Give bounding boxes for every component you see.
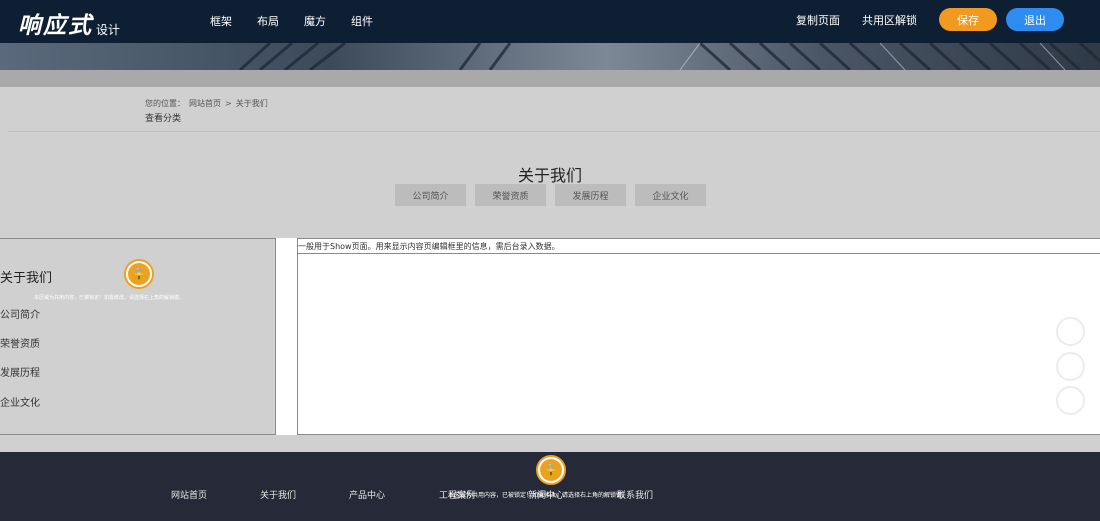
sidebar-item-company-profile[interactable]: 公司简介 xyxy=(0,306,40,321)
breadcrumb-label: 您的位置： xyxy=(145,99,185,108)
content-placeholder-text: 一般用于Show页面。用来显示内容页编辑框里的信息，需后台录入数据。 xyxy=(298,242,560,251)
float-circle-button[interactable] xyxy=(1056,352,1085,381)
sidebar: 关于我们 🔒 本区域为共用内容，已被锁定！如需修改，请选择右上角的解锁键。 公司… xyxy=(0,238,276,435)
nav-item-layout[interactable]: 布局 xyxy=(257,13,279,29)
padlock-icon: 🔒 xyxy=(540,459,562,481)
tab-history[interactable]: 发展历程 xyxy=(555,184,626,206)
lower-spacer xyxy=(0,435,1100,452)
logo-sub-text: 设计 xyxy=(96,23,121,37)
exit-button[interactable]: 退出 xyxy=(1006,8,1064,31)
breadcrumb-home[interactable]: 网站首页 xyxy=(189,99,221,108)
sidebar-title: 关于我们 xyxy=(0,271,53,286)
float-circle-button[interactable] xyxy=(1056,386,1085,415)
sidebar-item-history[interactable]: 发展历程 xyxy=(0,364,40,379)
tab-company-profile[interactable]: 公司简介 xyxy=(395,184,466,206)
top-actions: 复制页面 共用区解锁 保存 退出 xyxy=(796,8,1064,31)
breadcrumb-current: 关于我们 xyxy=(235,99,268,108)
footer-link-products[interactable]: 产品中心 xyxy=(349,488,385,501)
column-gap xyxy=(276,238,297,435)
sidebar-item-honors[interactable]: 荣誉资质 xyxy=(0,335,40,350)
page-header-area: 您的位置： 网站首页 > 关于我们 查看分类 关于我们 公司简介 荣誉资质 发展历程 … xyxy=(0,87,1100,238)
content-panel: 一般用于Show页面。用来显示内容页编辑框里的信息，需后台录入数据。 xyxy=(297,238,1100,435)
content-divider xyxy=(298,253,1100,254)
nav-item-components[interactable]: 组件 xyxy=(351,13,373,29)
padlock-icon: 🔒 xyxy=(128,263,150,285)
copy-page-link[interactable]: 复制页面 xyxy=(796,12,840,28)
lock-icon[interactable]: 🔒 xyxy=(124,259,154,289)
main-nav: 框架 布局 魔方 组件 xyxy=(210,13,398,29)
lock-icon[interactable]: 🔒 xyxy=(536,455,566,485)
nav-item-framework[interactable]: 框架 xyxy=(210,13,232,29)
save-button[interactable]: 保存 xyxy=(939,8,997,31)
nav-item-cube[interactable]: 魔方 xyxy=(304,13,326,29)
tab-honors[interactable]: 荣誉资质 xyxy=(475,184,546,206)
header-divider xyxy=(8,131,1100,132)
top-navbar: 响应式 设计 框架 布局 魔方 组件 复制页面 共用区解锁 保存 退出 xyxy=(0,0,1100,43)
sidebar-item-culture[interactable]: 企业文化 xyxy=(0,394,40,409)
logo[interactable]: 响应式 设计 xyxy=(18,6,120,40)
logo-main-text: 响应式 xyxy=(18,12,93,39)
view-category-label: 查看分类 xyxy=(145,114,182,124)
float-circle-button[interactable] xyxy=(1056,317,1085,346)
breadcrumb-separator: > xyxy=(225,99,232,108)
category-tabs: 公司简介 荣誉资质 发展历程 企业文化 xyxy=(395,184,715,206)
section-title: 关于我们 xyxy=(517,166,582,185)
skyscraper-graphic xyxy=(238,43,1100,70)
lock-notice: 本区域为共用内容，已被锁定！如需修改，请选择右上角的解锁键。 xyxy=(34,295,185,301)
unlock-shared-link[interactable]: 共用区解锁 xyxy=(862,12,917,28)
tab-culture[interactable]: 企业文化 xyxy=(635,184,706,206)
banner-image xyxy=(0,43,1100,70)
footer-lock-notice: 本区域为共用内容，已被锁定！如需修改，请选择右上角的解锁键。 xyxy=(448,492,629,499)
banner-bottom-strip xyxy=(0,70,1100,87)
footer: 🔒 网站首页 关于我们 产品中心 工程案例 新闻中心 联系我们 本区域为共用内容… xyxy=(0,452,1100,521)
footer-link-home[interactable]: 网站首页 xyxy=(171,488,207,501)
breadcrumb: 您的位置： 网站首页 > 关于我们 xyxy=(145,98,272,109)
footer-link-about[interactable]: 关于我们 xyxy=(260,488,296,501)
